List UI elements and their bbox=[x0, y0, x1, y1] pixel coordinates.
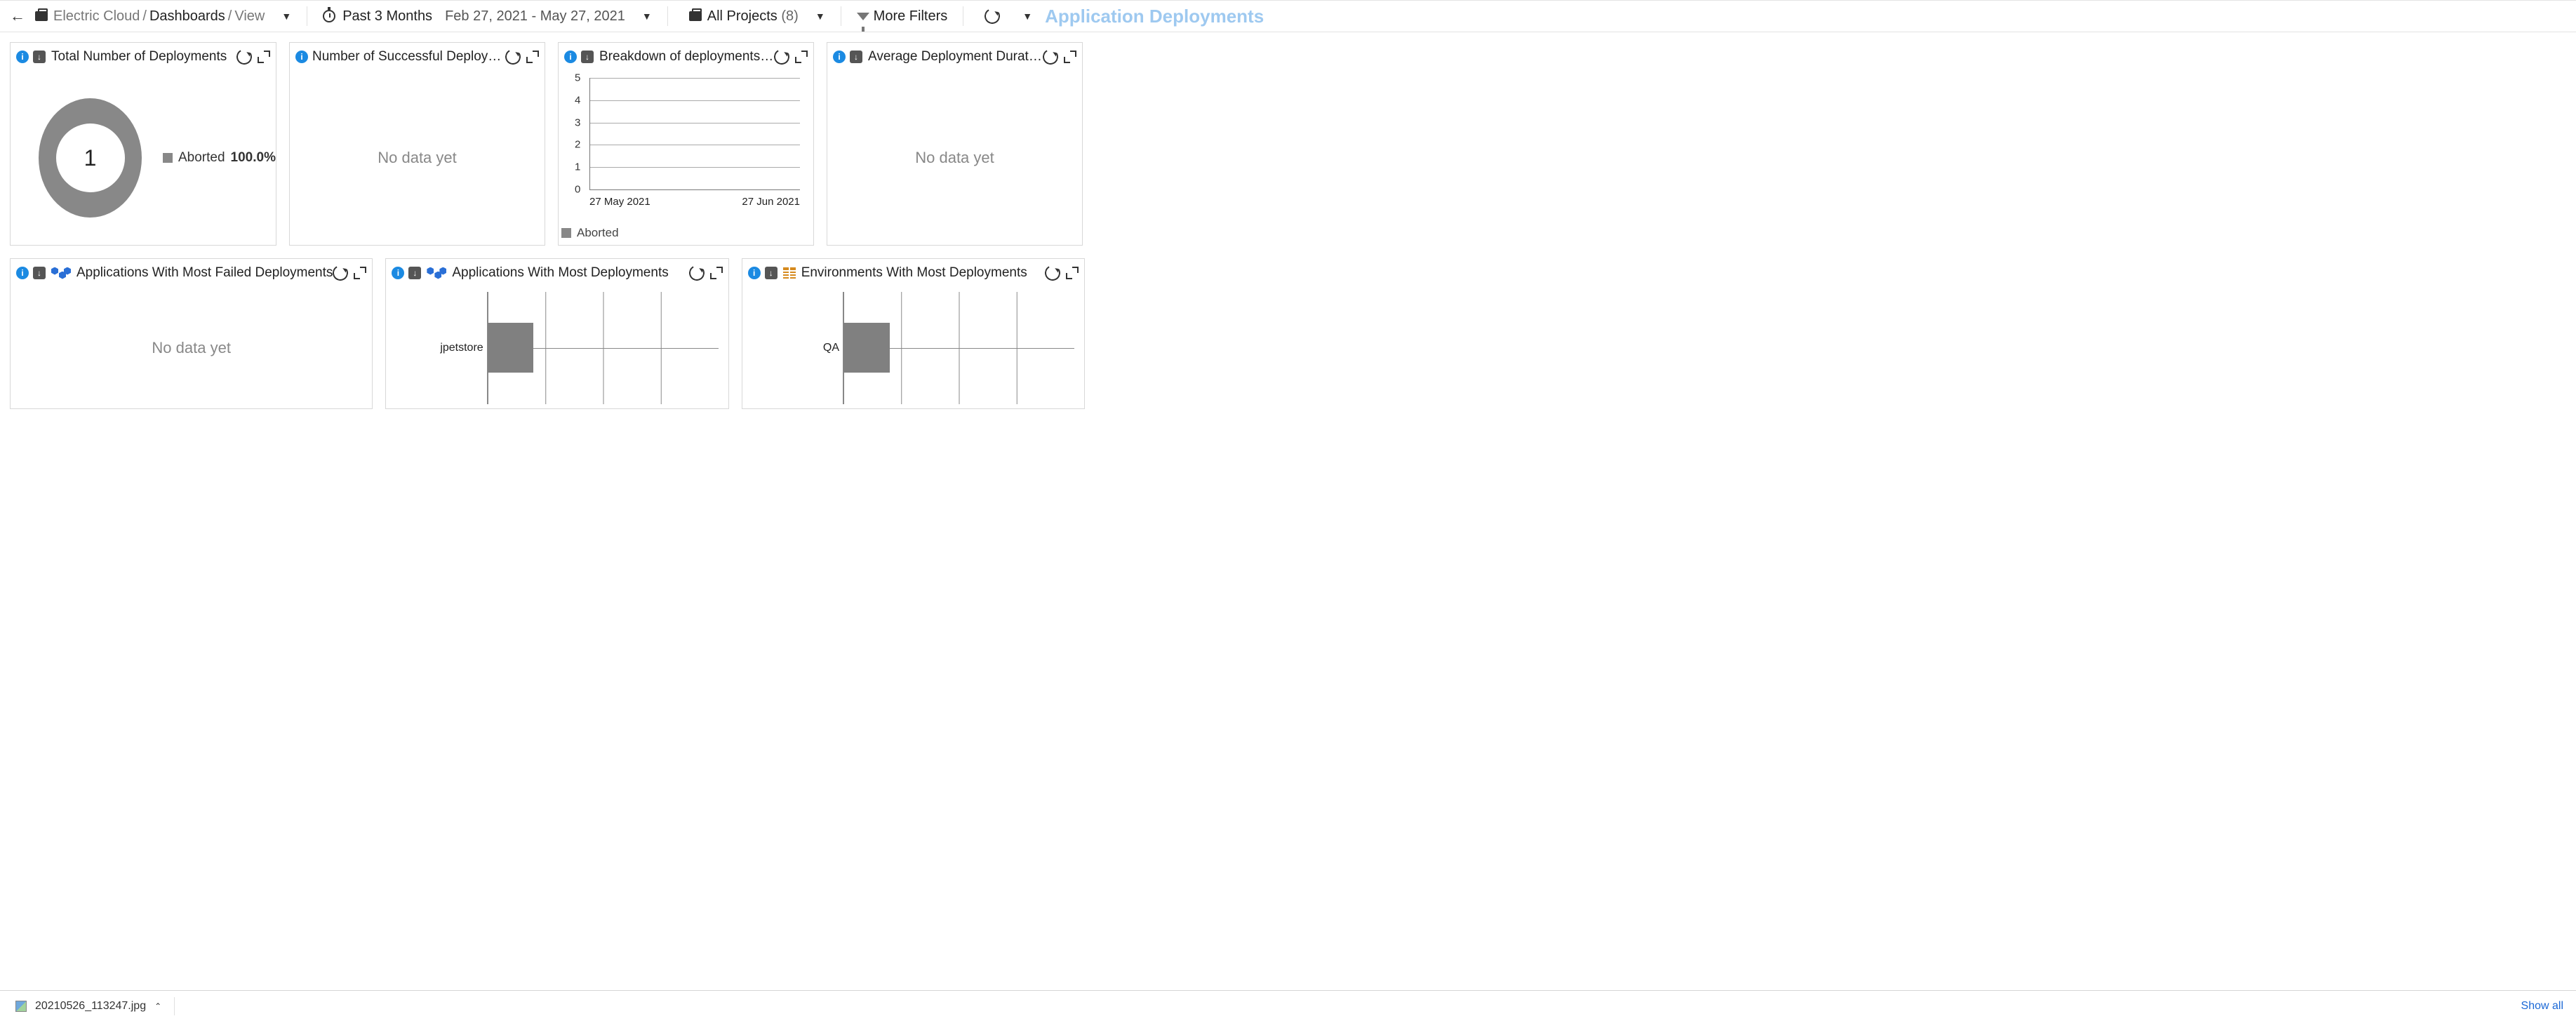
hex-icon bbox=[427, 267, 446, 279]
download-icon[interactable]: ↓ bbox=[408, 267, 421, 279]
download-tray: 20210526_113247.jpg ⌃ Show all bbox=[0, 990, 2576, 1021]
widget-apps-most: i ↓ Applications With Most Deployments j… bbox=[385, 258, 728, 409]
widget-title: Breakdown of deployments by o... bbox=[599, 49, 774, 65]
briefcase-icon bbox=[35, 11, 48, 21]
refresh-icon[interactable] bbox=[331, 264, 350, 283]
empty-state: No data yet bbox=[11, 287, 372, 408]
info-icon[interactable]: i bbox=[564, 51, 577, 63]
info-icon[interactable]: i bbox=[748, 267, 761, 279]
download-icon[interactable]: ↓ bbox=[581, 51, 594, 63]
legend-swatch bbox=[163, 153, 173, 163]
legend-item: Aborted bbox=[561, 226, 619, 240]
projects-dropdown[interactable]: ▼ bbox=[815, 11, 825, 22]
date-dropdown[interactable]: ▼ bbox=[642, 11, 652, 22]
refresh-icon[interactable] bbox=[983, 7, 1002, 26]
widget-title: Average Deployment Duration bbox=[868, 49, 1043, 65]
download-icon[interactable]: ↓ bbox=[850, 51, 862, 63]
x-axis-end: 27 Jun 2021 bbox=[742, 196, 800, 208]
show-all-link[interactable]: Show all bbox=[2521, 1000, 2563, 1013]
filter-bar: ← Electric Cloud / Dashboards / View ▼ P… bbox=[0, 0, 2576, 32]
legend-swatch bbox=[561, 228, 571, 238]
donut-chart: 1 bbox=[39, 98, 142, 218]
widget-avg-duration: i ↓ Average Deployment Duration No data … bbox=[827, 42, 1083, 246]
clock-icon bbox=[323, 10, 335, 22]
refresh-icon[interactable] bbox=[773, 48, 792, 67]
chevron-up-icon[interactable]: ⌃ bbox=[154, 1001, 161, 1011]
dashboard-grid: i ↓ Total Number of Deployments 1 Aborte… bbox=[0, 32, 1095, 432]
filter-icon bbox=[857, 13, 869, 20]
expand-icon[interactable] bbox=[795, 51, 808, 63]
line-chart: 5 4 3 2 1 0 27 May 2021 27 Jun 2021 bbox=[589, 78, 800, 208]
expand-icon[interactable] bbox=[710, 267, 723, 279]
expand-icon[interactable] bbox=[1066, 267, 1079, 279]
refresh-icon[interactable] bbox=[1043, 264, 1062, 283]
empty-state: No data yet bbox=[290, 71, 545, 245]
info-icon[interactable]: i bbox=[833, 51, 846, 63]
widget-total-deployments: i ↓ Total Number of Deployments 1 Aborte… bbox=[10, 42, 276, 246]
back-icon[interactable]: ← bbox=[10, 7, 29, 25]
download-filename: 20210526_113247.jpg bbox=[35, 1000, 146, 1013]
info-icon[interactable]: i bbox=[16, 267, 29, 279]
info-icon[interactable]: i bbox=[295, 51, 308, 63]
empty-state: No data yet bbox=[827, 71, 1082, 245]
hbar-chart: QA bbox=[843, 292, 1074, 404]
widget-breakdown: i ↓ Breakdown of deployments by o... 5 4… bbox=[558, 42, 814, 246]
bar-label: jpetstore bbox=[434, 342, 483, 354]
info-icon[interactable]: i bbox=[16, 51, 29, 63]
breadcrumb-dropdown[interactable]: ▼ bbox=[281, 11, 291, 22]
widget-title: Environments With Most Deployments bbox=[801, 265, 1045, 281]
widget-title: Applications With Most Deployments bbox=[452, 265, 688, 281]
download-icon[interactable]: ↓ bbox=[33, 267, 46, 279]
download-item[interactable]: 20210526_113247.jpg ⌃ bbox=[13, 997, 175, 1015]
expand-icon[interactable] bbox=[258, 51, 270, 63]
breadcrumb[interactable]: Electric Cloud / Dashboards / View bbox=[53, 8, 265, 25]
expand-icon[interactable] bbox=[1064, 51, 1076, 63]
info-icon[interactable]: i bbox=[392, 267, 404, 279]
widget-title: Total Number of Deployments bbox=[51, 49, 236, 65]
bar bbox=[488, 323, 534, 372]
widget-title: Applications With Most Failed Deployment… bbox=[76, 265, 333, 281]
refresh-icon[interactable] bbox=[504, 48, 523, 67]
hex-icon bbox=[51, 267, 71, 279]
briefcase-icon bbox=[689, 11, 702, 21]
breadcrumb-page[interactable]: View bbox=[234, 8, 265, 25]
legend-item: Aborted 100.0% bbox=[163, 150, 276, 166]
bar bbox=[843, 323, 890, 372]
hbar-chart: jpetstore bbox=[487, 292, 719, 404]
donut-value: 1 bbox=[84, 145, 97, 171]
expand-icon[interactable] bbox=[526, 51, 539, 63]
breadcrumb-sec[interactable]: Dashboards bbox=[149, 8, 225, 25]
date-preset[interactable]: Past 3 Months bbox=[342, 8, 432, 25]
refresh-icon[interactable] bbox=[687, 264, 706, 283]
refresh-icon[interactable] bbox=[235, 48, 254, 67]
bar-label: QA bbox=[790, 342, 839, 354]
more-filters[interactable]: More Filters bbox=[874, 8, 948, 25]
refresh-menu[interactable]: ▼ bbox=[1022, 11, 1032, 22]
download-icon[interactable]: ↓ bbox=[765, 267, 778, 279]
page-title: Application Deployments bbox=[1045, 6, 1264, 27]
list-icon bbox=[783, 267, 796, 279]
x-axis-start: 27 May 2021 bbox=[589, 196, 650, 208]
widget-successful-deployments: i Number of Successful Deployments No da… bbox=[289, 42, 545, 246]
image-file-icon bbox=[15, 1001, 27, 1012]
widget-envs-most: i ↓ Environments With Most Deployments Q… bbox=[742, 258, 1085, 409]
expand-icon[interactable] bbox=[354, 267, 366, 279]
breadcrumb-org[interactable]: Electric Cloud bbox=[53, 8, 140, 25]
projects-filter[interactable]: All Projects (8) bbox=[707, 8, 799, 25]
refresh-icon[interactable] bbox=[1041, 48, 1060, 67]
date-range: Feb 27, 2021 - May 27, 2021 bbox=[445, 8, 625, 25]
widget-apps-failed: i ↓ Applications With Most Failed Deploy… bbox=[10, 258, 373, 409]
download-icon[interactable]: ↓ bbox=[33, 51, 46, 63]
widget-title: Number of Successful Deployments bbox=[312, 49, 505, 65]
